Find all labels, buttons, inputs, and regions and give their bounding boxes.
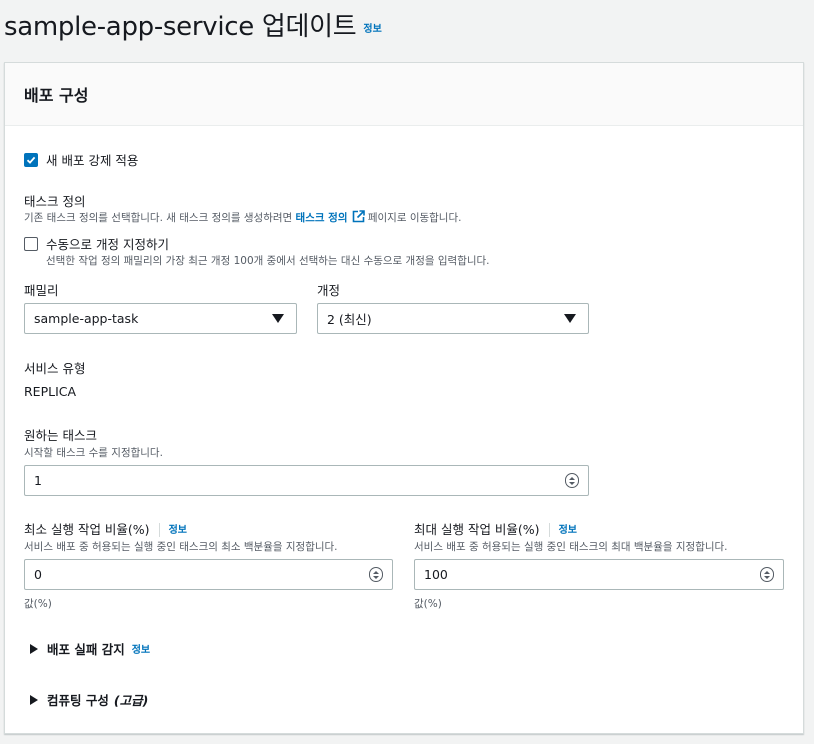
service-type-label: 서비스 유형 bbox=[24, 361, 86, 376]
manual-revision-checkbox[interactable] bbox=[24, 236, 38, 251]
min-percent-desc: 서비스 배포 중 허용되는 실행 중인 태스크의 최소 백분율을 지정합니다. bbox=[24, 541, 338, 553]
min-percent-input[interactable]: 0 bbox=[24, 559, 393, 590]
family-label: 패밀리 bbox=[24, 283, 59, 298]
failure-detection-label: 배포 실패 감지 bbox=[47, 642, 125, 657]
family-select[interactable]: sample-app-task bbox=[24, 303, 297, 334]
caret-down-icon bbox=[272, 314, 284, 323]
min-percent-heading: 최소 실행 작업 비율(%) 정보 bbox=[24, 519, 187, 538]
force-deploy-row: 새 배포 강제 적용 bbox=[24, 150, 138, 169]
desired-tasks-input[interactable]: 1 bbox=[24, 465, 589, 496]
service-type-value: REPLICA bbox=[24, 384, 77, 399]
caret-right-icon bbox=[30, 643, 38, 654]
task-def-link[interactable]: 태스크 정의 bbox=[295, 210, 365, 224]
failure-detection-expander[interactable]: 배포 실패 감지 정보 bbox=[30, 639, 150, 658]
desired-tasks-value: 1 bbox=[34, 473, 42, 488]
max-percent-value: 100 bbox=[424, 567, 448, 582]
compute-config-advanced: (고급) bbox=[113, 693, 149, 708]
external-link-icon bbox=[352, 210, 365, 223]
manual-revision-label: 수동으로 개정 지정하기 bbox=[46, 237, 169, 252]
page-title: sample-app-service 업데이트 bbox=[4, 11, 357, 42]
manual-revision-row: 수동으로 개정 지정하기 bbox=[24, 234, 169, 253]
task-def-desc: 기존 태스크 정의를 선택합니다. 새 태스크 정의를 생성하려면 태스크 정의… bbox=[24, 210, 461, 225]
checkmark-icon bbox=[26, 156, 36, 164]
desired-tasks-label: 원하는 태스크 bbox=[24, 428, 97, 443]
task-def-link-text: 태스크 정의 bbox=[295, 212, 348, 224]
caret-right-icon bbox=[30, 694, 38, 705]
max-percent-info-link[interactable]: 정보 bbox=[559, 521, 577, 536]
force-deploy-label: 새 배포 강제 적용 bbox=[46, 153, 139, 168]
max-percent-input[interactable]: 100 bbox=[414, 559, 784, 590]
task-def-desc-text: 기존 태스크 정의를 선택합니다. 새 태스크 정의를 생성하려면 bbox=[24, 212, 296, 224]
panel-header: 배포 구성 bbox=[5, 63, 803, 126]
min-percent-label: 최소 실행 작업 비율(%) bbox=[24, 522, 150, 537]
min-percent-value: 0 bbox=[34, 567, 42, 582]
max-percent-heading: 최대 실행 작업 비율(%) 정보 bbox=[414, 519, 577, 538]
failure-detection-info-link[interactable]: 정보 bbox=[132, 641, 150, 656]
header-info-link[interactable]: 정보 bbox=[363, 20, 381, 35]
max-percent-desc: 서비스 배포 중 허용되는 실행 중인 태스크의 최대 백분율을 지정합니다. bbox=[414, 541, 728, 553]
min-percent-info-link[interactable]: 정보 bbox=[169, 521, 187, 536]
max-percent-label: 최대 실행 작업 비율(%) bbox=[414, 522, 540, 537]
max-percent-unit: 값(%) bbox=[414, 598, 442, 610]
divider bbox=[548, 522, 550, 537]
desired-tasks-desc: 시작할 태스크 수를 지정합니다. bbox=[24, 447, 163, 459]
revision-select-value: 2 (최신) bbox=[327, 312, 372, 327]
task-def-desc-after: 페이지로 이동합니다. bbox=[364, 212, 462, 224]
divider bbox=[158, 522, 160, 537]
compute-config-label: 컴퓨팅 구성 bbox=[47, 693, 109, 708]
compute-config-expander[interactable]: 컴퓨팅 구성 (고급) bbox=[30, 690, 148, 709]
task-def-label: 태스크 정의 bbox=[24, 194, 86, 209]
number-stepper-icon[interactable] bbox=[565, 473, 579, 488]
page-header: sample-app-service 업데이트 정보 bbox=[4, 0, 382, 48]
revision-label: 개정 bbox=[317, 283, 341, 298]
force-deploy-checkbox[interactable] bbox=[24, 152, 38, 167]
manual-revision-desc: 선택한 작업 정의 패밀리의 가장 최근 개정 100개 중에서 선택하는 대신… bbox=[46, 255, 490, 267]
caret-down-icon bbox=[564, 314, 576, 323]
deployment-config-panel: 배포 구성 새 배포 강제 적용 태스크 정의 기존 태스크 정의를 선택합니다… bbox=[4, 62, 804, 734]
revision-select[interactable]: 2 (최신) bbox=[317, 303, 589, 334]
number-stepper-icon[interactable] bbox=[760, 567, 774, 582]
panel-title: 배포 구성 bbox=[24, 86, 89, 105]
number-stepper-icon[interactable] bbox=[369, 567, 383, 582]
family-select-value: sample-app-task bbox=[34, 311, 139, 326]
min-percent-unit: 값(%) bbox=[24, 598, 52, 610]
